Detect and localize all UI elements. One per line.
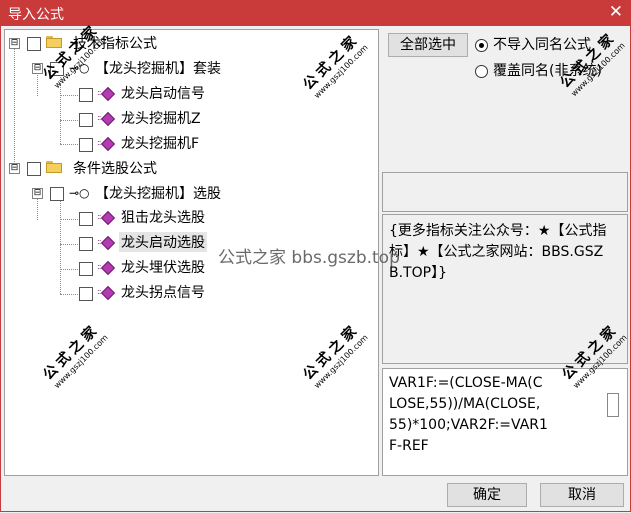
radio-label: 不导入同名公式 xyxy=(493,37,591,53)
tree-connector xyxy=(37,72,38,96)
scrollbar-thumb[interactable] xyxy=(607,393,619,417)
formula-icon: :: xyxy=(97,210,116,226)
ok-button[interactable]: 确定 xyxy=(447,483,527,507)
tree-checkbox[interactable] xyxy=(79,237,93,251)
formula-icon: :: xyxy=(97,235,116,251)
description-box: {更多指标关注公众号：★【公式指标】★【公式之家网站：BBS.GSZB.TOP】… xyxy=(382,214,628,364)
radio-button[interactable] xyxy=(475,65,488,78)
tree-item-label[interactable]: 龙头挖掘机Z xyxy=(121,108,201,128)
tree-checkbox[interactable] xyxy=(27,37,41,51)
window-title: 导入公式 xyxy=(8,7,64,23)
tree-connector xyxy=(60,269,78,270)
tree-checkbox[interactable] xyxy=(79,138,93,152)
formula-tree[interactable]: ⊟ 技术指标公式 ⊟ ⊸○ 【龙头挖掘机】套装 :: 龙头启动信号 :: 龙头挖… xyxy=(4,29,379,476)
description-text: {更多指标关注公众号：★【公式指标】★【公式之家网站：BBS.GSZB.TOP】… xyxy=(389,223,607,281)
code-box[interactable]: VAR1F:=(CLOSE-MA(CLOSE,55))/MA(CLOSE,55)… xyxy=(382,368,628,476)
tree-checkbox[interactable] xyxy=(79,287,93,301)
key-icon: ⊸○ xyxy=(69,61,90,75)
tree-connector xyxy=(60,144,78,145)
tree-item-label-selected[interactable]: 龙头启动选股 xyxy=(119,232,207,252)
key-icon: ⊸○ xyxy=(69,186,90,200)
formula-icon: :: xyxy=(97,285,116,301)
formula-icon: :: xyxy=(97,111,116,127)
cancel-button[interactable]: 取消 xyxy=(540,483,624,507)
expand-toggle[interactable]: ⊟ xyxy=(32,63,43,74)
tree-checkbox[interactable] xyxy=(79,88,93,102)
tree-connector xyxy=(60,95,78,96)
tree-checkbox[interactable] xyxy=(50,187,64,201)
info-panel xyxy=(382,172,628,212)
expand-toggle[interactable]: ⊟ xyxy=(32,188,43,199)
folder-icon xyxy=(46,161,62,173)
tree-connector xyxy=(60,196,61,294)
tree-connector xyxy=(60,244,78,245)
formula-icon: :: xyxy=(97,86,116,102)
tree-connector xyxy=(14,48,15,168)
code-text[interactable]: VAR1F:=(CLOSE-MA(CLOSE,55))/MA(CLOSE,55)… xyxy=(389,373,549,457)
tree-connector xyxy=(60,294,78,295)
close-icon[interactable]: ✕ xyxy=(609,2,623,22)
tree-item-label[interactable]: 狙击龙头选股 xyxy=(121,207,205,227)
formula-icon: :: xyxy=(97,136,116,152)
formula-icon: :: xyxy=(97,260,116,276)
radio-label: 覆盖同名(非系统) xyxy=(493,63,602,79)
select-all-button[interactable]: 全部选中 xyxy=(388,33,468,57)
tree-subgroup-label[interactable]: 【龙头挖掘机】套装 xyxy=(95,58,221,78)
expand-toggle[interactable]: ⊟ xyxy=(9,38,20,49)
tree-item-label[interactable]: 龙头挖掘机F xyxy=(121,133,199,153)
tree-checkbox[interactable] xyxy=(79,262,93,276)
tree-connector xyxy=(60,72,61,144)
tree-checkbox[interactable] xyxy=(79,212,93,226)
tree-item-label[interactable]: 龙头拐点信号 xyxy=(121,282,205,302)
tree-checkbox[interactable] xyxy=(27,162,41,176)
tree-group-label[interactable]: 条件选股公式 xyxy=(73,158,157,178)
title-bar: 导入公式 ✕ xyxy=(0,0,631,26)
tree-item-label[interactable]: 龙头启动信号 xyxy=(121,83,205,103)
radio-button[interactable] xyxy=(475,39,488,52)
folder-icon xyxy=(46,36,62,48)
expand-toggle[interactable]: ⊟ xyxy=(9,163,20,174)
tree-subgroup-label[interactable]: 【龙头挖掘机】选股 xyxy=(95,183,221,203)
tree-connector xyxy=(60,120,78,121)
tree-checkbox[interactable] xyxy=(79,113,93,127)
tree-connector xyxy=(37,196,38,220)
tree-item-label[interactable]: 龙头埋伏选股 xyxy=(121,257,205,277)
tree-checkbox[interactable] xyxy=(50,62,64,76)
tree-group-label[interactable]: 技术指标公式 xyxy=(73,33,157,53)
tree-connector xyxy=(60,219,78,220)
